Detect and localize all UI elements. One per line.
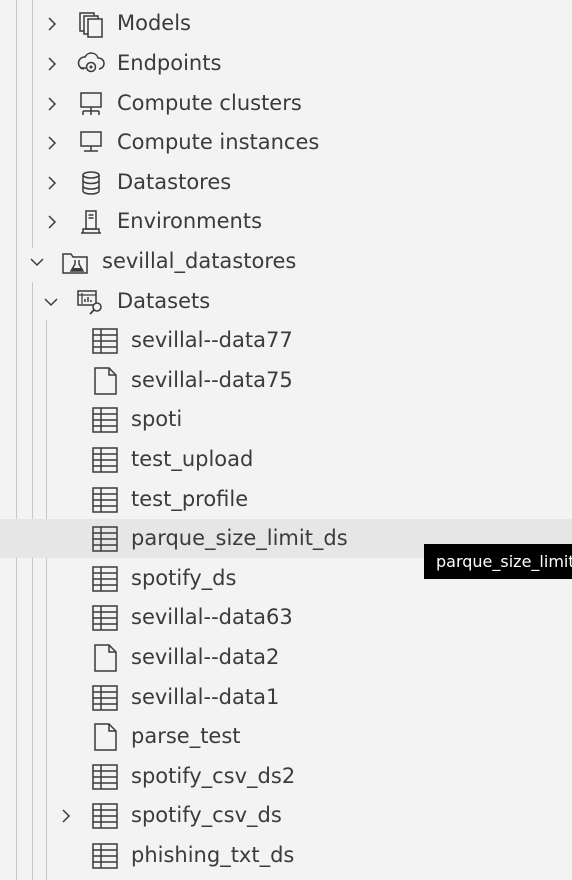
- workspace-tree: Models Endpoints Compute clusters Comput…: [0, 0, 572, 880]
- chevron-right-icon[interactable]: [44, 135, 60, 151]
- dataset-item[interactable]: sevillal--data2: [0, 638, 572, 677]
- tree-item-datasets[interactable]: Datasets: [0, 282, 572, 321]
- workspace-flask-icon: [60, 247, 90, 277]
- environment-icon: [76, 207, 106, 237]
- dataset-item[interactable]: spotify_csv_ds: [0, 796, 572, 835]
- dataset-item-label: parse_test: [131, 724, 241, 748]
- dataset-item-label: sevillal--data1: [131, 685, 280, 709]
- dataset-item[interactable]: spoti: [0, 400, 572, 439]
- models-icon: [76, 9, 106, 39]
- tree-item-label: Compute clusters: [117, 91, 302, 115]
- chevron-down-icon[interactable]: [43, 294, 59, 310]
- database-icon: [76, 168, 106, 198]
- compute-instance-icon: [76, 128, 106, 158]
- compute-cluster-icon: [76, 89, 106, 119]
- table-icon: [90, 801, 120, 831]
- file-icon: [90, 643, 120, 673]
- tree-item-endpoints[interactable]: Endpoints: [0, 44, 572, 83]
- dataset-item-label: phishing_txt_ds: [131, 843, 295, 867]
- file-icon: [90, 366, 120, 396]
- dataset-item-label: spotify_csv_ds2: [131, 764, 296, 788]
- tree-item-label: Datastores: [117, 170, 232, 194]
- file-icon: [90, 722, 120, 752]
- tree-item-compute-clusters[interactable]: Compute clusters: [0, 84, 572, 123]
- table-icon: [90, 326, 120, 356]
- table-icon: [90, 603, 120, 633]
- tree-item-datastores[interactable]: Datastores: [0, 163, 572, 202]
- tree-item-workspace[interactable]: sevillal_datastores: [0, 242, 572, 281]
- dataset-item-label: test_profile: [131, 487, 249, 511]
- dataset-item-label: parque_size_limit_ds: [131, 526, 348, 550]
- tree-item-compute-instances[interactable]: Compute instances: [0, 123, 572, 162]
- table-icon: [90, 485, 120, 515]
- dataset-item[interactable]: sevillal--data1: [0, 678, 572, 717]
- endpoints-icon: [76, 49, 106, 79]
- tree-item-label: Compute instances: [117, 130, 320, 154]
- table-icon: [90, 762, 120, 792]
- dataset-item[interactable]: test_upload: [0, 440, 572, 479]
- dataset-item-label: test_upload: [131, 447, 254, 471]
- table-icon: [90, 841, 120, 871]
- dataset-item-label: sevillal--data63: [131, 605, 293, 629]
- tree-item-label: Environments: [117, 209, 263, 233]
- dataset-item[interactable]: sevillal--data77: [0, 321, 572, 360]
- chevron-down-icon[interactable]: [29, 254, 45, 270]
- table-icon: [90, 445, 120, 475]
- dataset-item[interactable]: spotify_csv_ds2: [0, 757, 572, 796]
- tree-item-label: sevillal_datastores: [102, 249, 297, 273]
- dataset-item[interactable]: parse_test: [0, 717, 572, 756]
- dataset-item-label: sevillal--data75: [131, 368, 293, 392]
- tree-item-label: Endpoints: [117, 51, 222, 75]
- chevron-right-icon[interactable]: [44, 175, 60, 191]
- chevron-right-icon[interactable]: [44, 96, 60, 112]
- chevron-right-icon[interactable]: [44, 214, 60, 230]
- chevron-right-icon[interactable]: [44, 16, 60, 32]
- dataset-item-label: spotify_csv_ds: [131, 803, 282, 827]
- dataset-item-label: spotify_ds: [131, 566, 237, 590]
- dataset-item[interactable]: test_profile: [0, 480, 572, 519]
- tree-item-label: Datasets: [117, 289, 211, 313]
- tree-item-environments[interactable]: Environments: [0, 202, 572, 241]
- dataset-item-label: sevillal--data2: [131, 645, 280, 669]
- table-icon: [90, 564, 120, 594]
- table-icon: [90, 683, 120, 713]
- dataset-item[interactable]: sevillal--data63: [0, 598, 572, 637]
- tree-item-models[interactable]: Models: [0, 4, 572, 43]
- tree-item-label: Models: [117, 11, 191, 35]
- chevron-right-icon[interactable]: [58, 808, 74, 824]
- table-icon: [90, 524, 120, 554]
- dataset-item-label: spoti: [131, 407, 183, 431]
- datasets-icon: [76, 287, 106, 317]
- chevron-right-icon[interactable]: [44, 56, 60, 72]
- hover-tooltip: parque_size_limit_ds: [424, 544, 572, 579]
- table-icon: [90, 405, 120, 435]
- dataset-item-label: sevillal--data77: [131, 328, 293, 352]
- dataset-item[interactable]: sevillal--data75: [0, 361, 572, 400]
- dataset-item[interactable]: phishing_txt_ds: [0, 836, 572, 875]
